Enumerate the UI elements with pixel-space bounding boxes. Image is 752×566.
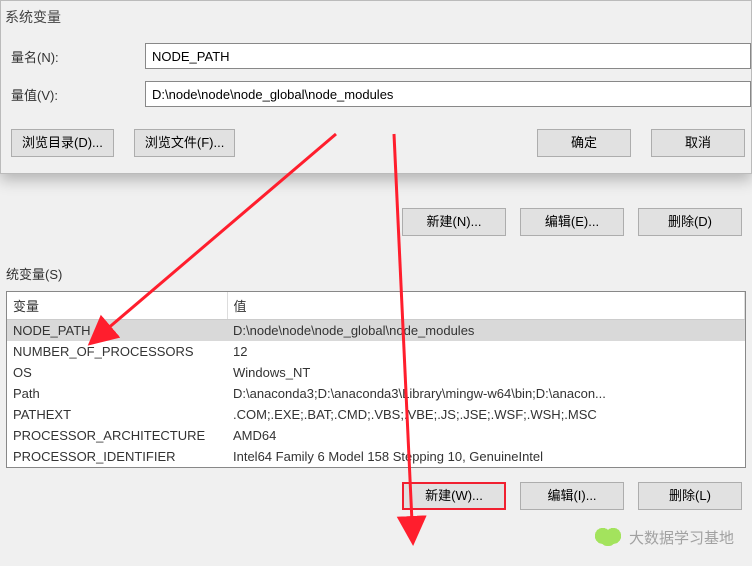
- browse-directory-button[interactable]: 浏览目录(D)...: [11, 129, 114, 157]
- cell-variable: Path: [7, 383, 227, 404]
- cell-value: .COM;.EXE;.BAT;.CMD;.VBS;.VBE;.JS;.JSE;.…: [227, 404, 745, 425]
- system-variables-label: 统变量(S): [0, 250, 752, 289]
- user-delete-button[interactable]: 删除(D): [638, 208, 742, 236]
- cell-value: Windows_NT: [227, 362, 745, 383]
- cell-variable: PROCESSOR_IDENTIFIER: [7, 446, 227, 467]
- table-row[interactable]: OSWindows_NT: [7, 362, 745, 383]
- value-label: 量值(V):: [11, 85, 131, 104]
- col-variable[interactable]: 变量: [7, 292, 227, 320]
- environment-variables-dialog: 新建(N)... 编辑(E)... 删除(D) 统变量(S) 变量 值 NODE…: [0, 198, 752, 522]
- value-row: 量值(V):: [1, 75, 751, 113]
- system-edit-button[interactable]: 编辑(I)...: [520, 482, 624, 510]
- edit-system-variable-dialog: 系统变量 量名(N): 量值(V): 浏览目录(D)... 浏览文件(F)...…: [0, 0, 752, 174]
- user-vars-button-row: 新建(N)... 编辑(E)... 删除(D): [0, 198, 752, 250]
- cell-value: D:\node\node\node_global\node_modules: [227, 320, 745, 342]
- system-vars-button-row: 新建(W)... 编辑(I)... 删除(L): [0, 478, 752, 512]
- system-delete-button[interactable]: 删除(L): [638, 482, 742, 510]
- table-row[interactable]: NODE_PATHD:\node\node\node_global\node_m…: [7, 320, 745, 342]
- cell-variable: OS: [7, 362, 227, 383]
- watermark-text: 大数据学习基地: [629, 527, 734, 548]
- table-row[interactable]: NUMBER_OF_PROCESSORS12: [7, 341, 745, 362]
- cell-value: AMD64: [227, 425, 745, 446]
- cell-value: Intel64 Family 6 Model 158 Stepping 10, …: [227, 446, 745, 467]
- table-row[interactable]: PATHEXT.COM;.EXE;.BAT;.CMD;.VBS;.VBE;.JS…: [7, 404, 745, 425]
- variable-value-input[interactable]: [145, 81, 751, 107]
- wechat-icon: [595, 526, 621, 548]
- table-row[interactable]: PathD:\anaconda3;D:\anaconda3\Library\mi…: [7, 383, 745, 404]
- col-value[interactable]: 值: [227, 292, 745, 320]
- system-variables-table[interactable]: 变量 值 NODE_PATHD:\node\node\node_global\n…: [6, 291, 746, 468]
- cell-variable: NUMBER_OF_PROCESSORS: [7, 341, 227, 362]
- cancel-button[interactable]: 取消: [651, 129, 745, 157]
- ok-button[interactable]: 确定: [537, 129, 631, 157]
- cell-value: 12: [227, 341, 745, 362]
- user-new-button[interactable]: 新建(N)...: [402, 208, 506, 236]
- name-label: 量名(N):: [11, 47, 131, 66]
- dialog-title: 系统变量: [1, 1, 751, 37]
- table-row[interactable]: PROCESSOR_IDENTIFIERIntel64 Family 6 Mod…: [7, 446, 745, 467]
- name-row: 量名(N):: [1, 37, 751, 75]
- table-row[interactable]: PROCESSOR_ARCHITECTUREAMD64: [7, 425, 745, 446]
- cell-value: D:\anaconda3;D:\anaconda3\Library\mingw-…: [227, 383, 745, 404]
- browse-file-button[interactable]: 浏览文件(F)...: [134, 129, 235, 157]
- watermark: 大数据学习基地: [595, 526, 734, 548]
- edit-dialog-button-row: 浏览目录(D)... 浏览文件(F)... 确定 取消: [1, 113, 751, 159]
- cell-variable: PROCESSOR_ARCHITECTURE: [7, 425, 227, 446]
- cell-variable: NODE_PATH: [7, 320, 227, 342]
- system-new-button[interactable]: 新建(W)...: [402, 482, 506, 510]
- table-header-row: 变量 值: [7, 292, 745, 320]
- variable-name-input[interactable]: [145, 43, 751, 69]
- user-edit-button[interactable]: 编辑(E)...: [520, 208, 624, 236]
- cell-variable: PATHEXT: [7, 404, 227, 425]
